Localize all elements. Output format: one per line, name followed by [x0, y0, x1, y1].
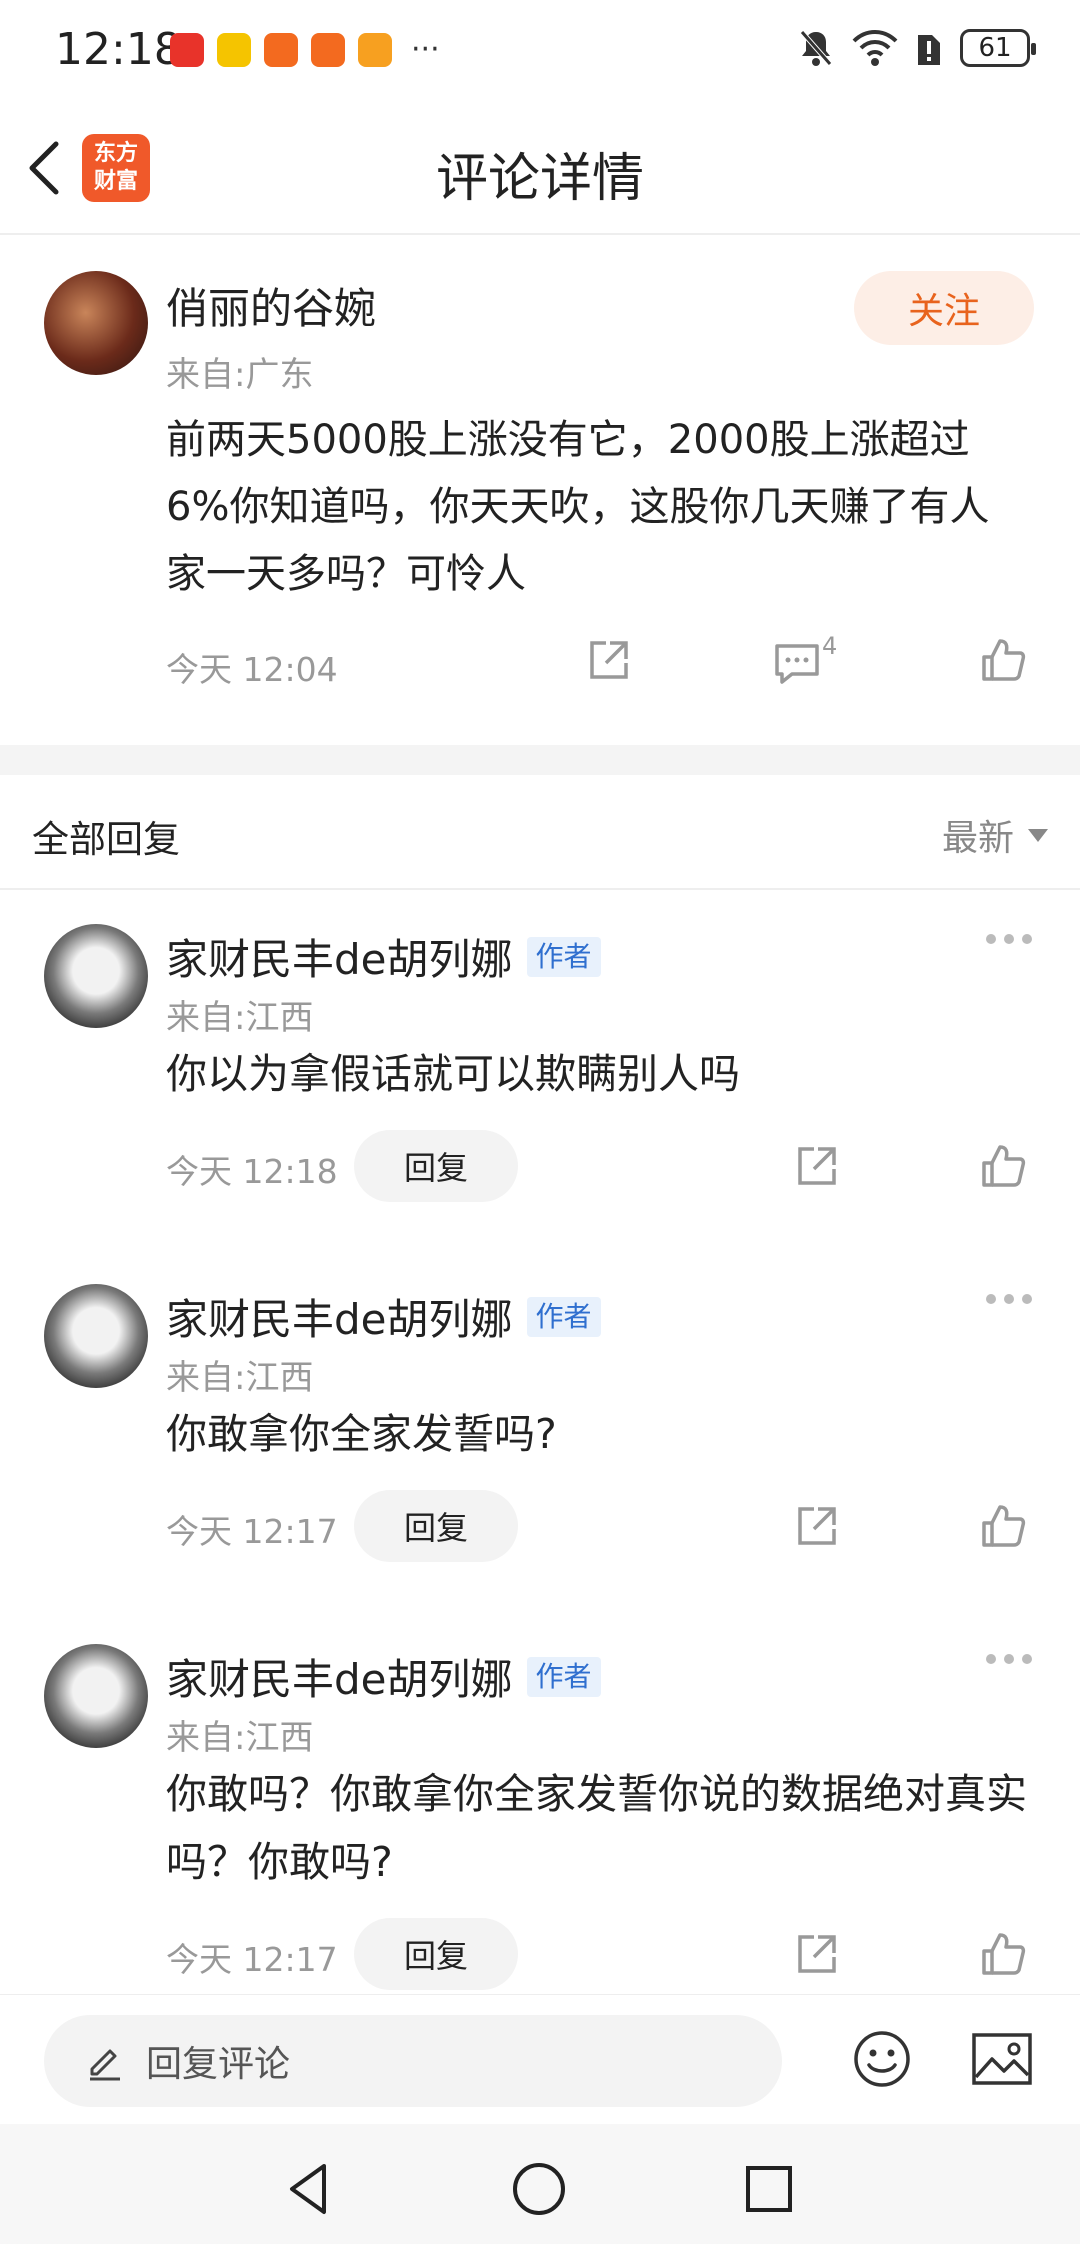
reply-button[interactable]: 回复 [354, 1490, 518, 1562]
avatar[interactable] [44, 1644, 148, 1748]
comment-text: 前两天5000股上涨没有它，2000股上涨超过6%你知道吗，你天天吹，这股你几天… [166, 417, 990, 597]
pencil-icon [90, 2049, 120, 2081]
like-icon[interactable] [978, 1141, 1028, 1191]
reply-author-row: 家财民丰de胡列娜 作者 [166, 1286, 601, 1347]
author-badge: 作者 [526, 936, 601, 977]
reply-time: 今天 12:17 [166, 1940, 338, 1979]
reply-region: 来自:江西 [166, 1358, 314, 1398]
sim-alert-icon [918, 35, 940, 65]
app-icon-3 [264, 33, 298, 67]
nav-back-icon[interactable] [282, 2160, 340, 2218]
like-icon[interactable] [978, 1501, 1028, 1551]
reply-author-name[interactable]: 家财民丰de胡列娜 [166, 1286, 513, 1347]
bell-off-icon [800, 30, 832, 66]
status-indicators: 61 [798, 28, 1036, 68]
reply-input[interactable]: 回复评论 [44, 2015, 782, 2107]
reply-time: 今天 12:17 [166, 1512, 338, 1551]
reply-button[interactable]: 回复 [354, 1130, 518, 1202]
app-icon-4 [311, 33, 345, 67]
comment-icon[interactable] [772, 638, 822, 688]
reply-author-name[interactable]: 家财民丰de胡列娜 [166, 1646, 513, 1707]
status-more-icon: ··· [411, 32, 440, 67]
nav-recents-icon[interactable] [740, 2160, 798, 2218]
section-divider [0, 745, 1080, 775]
dropdown-arrow-icon [1028, 828, 1048, 842]
battery-indicator: 61 [960, 29, 1036, 67]
reply-region: 来自:江西 [166, 998, 314, 1038]
comment-region: 来自:广东 [166, 355, 314, 395]
like-icon[interactable] [978, 635, 1028, 685]
reply-author-name[interactable]: 家财民丰de胡列娜 [166, 926, 513, 987]
reply-region: 来自:江西 [166, 1718, 314, 1758]
app-icon-1 [170, 33, 204, 67]
avatar[interactable] [44, 271, 148, 375]
status-bar: 12:18 ··· 61 [0, 0, 1080, 100]
author-badge: 作者 [526, 1296, 601, 1337]
reply-text: 你以为拿假话就可以欺瞒别人吗 [166, 1050, 740, 1098]
reply-item: 家财民丰de胡列娜 作者 来自:江西 你敢拿你全家发誓吗? 今天 12:17 回… [0, 1250, 1080, 1610]
nav-home-icon[interactable] [510, 2160, 568, 2218]
system-nav-bar [0, 2124, 1080, 2244]
comment-time: 今天 12:04 [166, 650, 338, 689]
image-icon[interactable] [970, 2029, 1034, 2089]
comment-count: 4 [822, 632, 838, 660]
reply-author-row: 家财民丰de胡列娜 作者 [166, 926, 601, 987]
sort-dropdown[interactable]: 最新 [942, 809, 1048, 861]
reply-input-placeholder: 回复评论 [146, 2044, 291, 2085]
all-replies-title: 全部回复 [32, 818, 180, 861]
more-options-icon[interactable] [986, 934, 1032, 944]
share-icon[interactable] [584, 635, 634, 685]
reply-item: 家财民丰de胡列娜 作者 来自:江西 你敢吗？你敢拿你全家发誓你说的数据绝对真实… [0, 1610, 1080, 1994]
author-badge: 作者 [526, 1656, 601, 1697]
reply-button[interactable]: 回复 [354, 1918, 518, 1990]
share-icon[interactable] [792, 1141, 842, 1191]
reply-item: 家财民丰de胡列娜 作者 来自:江西 你以为拿假话就可以欺瞒别人吗 今天 12:… [0, 890, 1080, 1250]
sort-label: 最新 [941, 818, 1014, 859]
follow-button[interactable]: 关注 [854, 271, 1034, 345]
reply-text: 你敢吗？你敢拿你全家发誓你说的数据绝对真实吗？你敢吗? [166, 1770, 1027, 1886]
replies-header: 全部回复 最新 [0, 775, 1080, 890]
avatar[interactable] [44, 924, 148, 1028]
page-title: 评论详情 [435, 149, 644, 209]
app-icon-5 [358, 33, 392, 67]
avatar[interactable] [44, 1284, 148, 1388]
share-icon[interactable] [792, 1501, 842, 1551]
status-time: 12:18 [55, 24, 182, 75]
reply-input-bar: 回复评论 [0, 1994, 1080, 2124]
reply-text: 你敢拿你全家发誓吗? [166, 1410, 557, 1458]
weibo-icon [217, 33, 251, 67]
like-icon[interactable] [978, 1929, 1028, 1979]
status-app-icons: ··· [170, 33, 440, 67]
reply-author-row: 家财民丰de胡列娜 作者 [166, 1646, 601, 1707]
more-options-icon[interactable] [986, 1294, 1032, 1304]
emoji-icon[interactable] [852, 2029, 912, 2089]
wifi-icon [852, 30, 898, 66]
reply-time: 今天 12:18 [166, 1152, 338, 1191]
top-nav-bar: 东方 财富 评论详情 [0, 100, 1080, 235]
more-options-icon[interactable] [986, 1654, 1032, 1664]
comment-author-name[interactable]: 俏丽的谷婉 [166, 275, 376, 336]
share-icon[interactable] [792, 1929, 842, 1979]
main-comment: 俏丽的谷婉 来自:广东 关注 前两天5000股上涨没有它，2000股上涨超过6%… [0, 235, 1080, 745]
